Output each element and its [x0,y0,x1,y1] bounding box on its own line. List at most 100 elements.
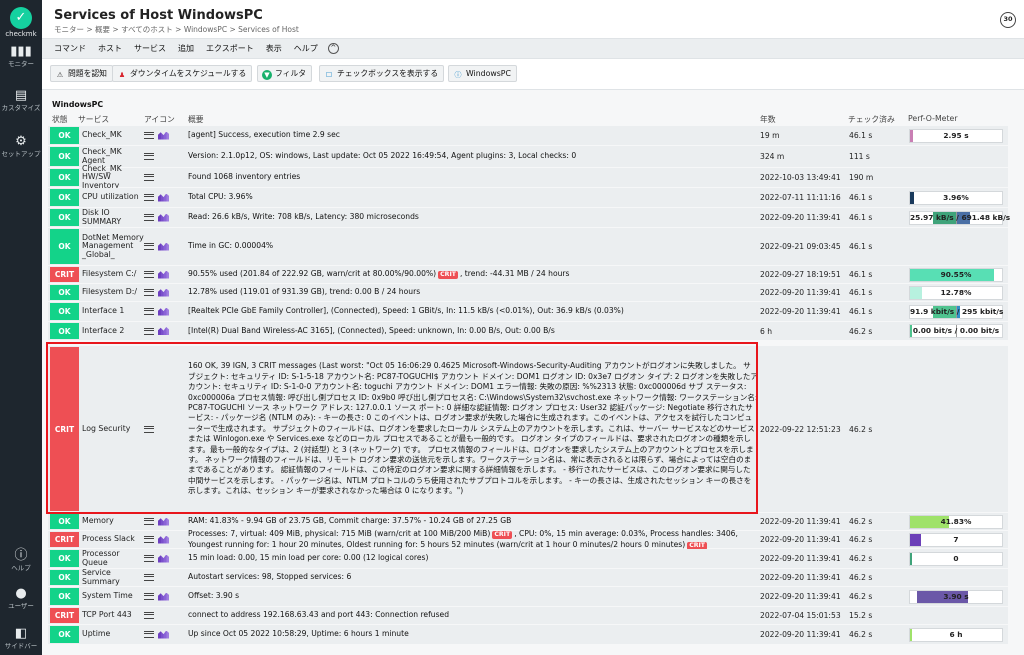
perf-o-meter[interactable]: 0.00 bit/s / 0.00 bit/s [909,324,1003,338]
service-name[interactable]: Disk IO SUMMARY [82,208,144,227]
graph-icon[interactable] [158,307,169,316]
service-name[interactable]: Filesystem C:/ [82,266,144,283]
host-link-button[interactable]: ⓘ WindowsPC [448,65,517,82]
menu-help[interactable]: ヘルプ [288,39,324,58]
col-icons[interactable]: アイコン [144,114,175,125]
graph-icon[interactable] [158,270,169,279]
menu-icon[interactable] [144,425,154,433]
service-name-text[interactable]: DotNet Memory Management _Global_ [82,233,144,259]
service-name-text[interactable]: CPU utilization [82,192,139,201]
menu-icon[interactable] [144,194,154,201]
schedule-downtime-button[interactable]: ♟ ダウンタイムをスケジュールする [112,65,253,82]
menu-icon[interactable] [144,518,154,525]
col-state[interactable]: 状態 [52,114,68,125]
menu-icon[interactable] [144,593,154,600]
menu-icon[interactable] [144,132,154,139]
service-name-text[interactable]: Filesystem D:/ [82,287,137,296]
service-name-text[interactable]: Check_MK HW/SW Inventory [82,164,144,190]
perf-o-meter[interactable]: 6 h [909,628,1003,642]
menu-icon[interactable] [144,574,154,581]
perf-o-meter[interactable]: 3.90 s [909,590,1003,604]
perf-o-meter[interactable]: 12.78% [909,286,1003,300]
menu-commands[interactable]: コマンド [42,39,92,58]
service-name[interactable]: DotNet Memory Management _Global_ [82,228,144,265]
menu-icon[interactable] [144,308,154,315]
col-checked[interactable]: チェック済み [848,114,895,125]
col-age[interactable]: 年数 [760,114,776,125]
graph-icon[interactable] [158,630,169,639]
menu-add[interactable]: 追加 [172,39,200,58]
sidebar-item-setup[interactable]: ⚙ セットアップ [0,134,42,158]
graph-icon[interactable] [158,213,169,222]
menu-host[interactable]: ホスト [92,39,128,58]
perf-o-meter[interactable]: 90.55% [909,268,1003,282]
perf-o-meter[interactable]: 3.96% [909,191,1003,205]
checkmk-logo-icon[interactable]: ✓ [10,7,32,29]
graph-icon[interactable] [158,535,169,544]
service-name-text[interactable]: TCP Port 443 [82,610,132,619]
graph-icon[interactable] [158,554,169,563]
menu-services[interactable]: サービス [128,39,172,58]
menu-export[interactable]: エクスポート [200,39,260,58]
menu-icon[interactable] [144,536,154,543]
service-name-text[interactable]: Service Summary [82,568,144,586]
service-name[interactable]: Check_MK HW/SW Inventory [82,164,144,190]
service-name-text[interactable]: Processor Queue [82,549,144,567]
service-name[interactable]: Processor Queue [82,549,144,568]
service-name-text[interactable]: Check_MK [82,130,122,139]
sidebar-item-monitor[interactable]: ▮▮▮ モニター [0,44,42,68]
col-perf[interactable]: Perf-O-Meter [908,114,958,123]
service-name[interactable]: Filesystem D:/ [82,284,144,301]
col-service[interactable]: サービス [78,114,109,125]
service-name-text[interactable]: Log Security [82,424,130,433]
service-name[interactable]: Memory [82,513,144,530]
service-name-text[interactable]: System Time [82,591,133,600]
menu-display[interactable]: 表示 [260,39,288,58]
menu-icon[interactable] [144,631,154,638]
service-name[interactable]: TCP Port 443 [82,607,144,624]
acknowledge-button[interactable]: ⚠ 問題を認知 [50,65,113,82]
service-name[interactable]: Service Summary [82,568,144,586]
menu-icon[interactable] [144,271,154,278]
host-group-title[interactable]: WindowsPC [52,100,103,109]
service-name-text[interactable]: Filesystem C:/ [82,269,136,278]
graph-icon[interactable] [158,242,169,251]
service-name[interactable]: CPU utilization [82,188,144,207]
graph-icon[interactable] [158,592,169,601]
menu-icon[interactable] [144,174,154,181]
service-name[interactable]: Uptime [82,625,144,644]
perf-o-meter[interactable]: 2.95 s [909,129,1003,143]
graph-icon[interactable] [158,517,169,526]
perf-o-meter[interactable]: 0 [909,552,1003,566]
menu-icon[interactable] [144,243,154,250]
graph-icon[interactable] [158,131,169,140]
service-name-text[interactable]: Interface 2 [82,326,124,335]
menu-icon[interactable] [144,289,154,296]
perf-o-meter[interactable]: 41.83% [909,515,1003,529]
sidebar-item-sidebar[interactable]: ◧ サイドバー [0,626,42,650]
perf-o-meter[interactable]: 91.9 kbit/s / 295 kbit/s [909,305,1003,319]
service-name[interactable]: System Time [82,587,144,606]
show-checkboxes-button[interactable]: ☐ チェックボックスを表示する [319,65,445,82]
service-name-text[interactable]: Check_MK Agent [82,147,144,165]
service-name-text[interactable]: Disk IO SUMMARY [82,208,144,226]
service-name[interactable]: Interface 1 [82,302,144,321]
graph-icon[interactable] [158,193,169,202]
breadcrumb[interactable]: モニター > 概要 > すべてのホスト > WindowsPC > Servic… [54,24,299,35]
graph-icon[interactable] [158,327,169,335]
perf-o-meter[interactable]: 25.97 kB/s / 691.48 kB/s [909,211,1010,225]
refresh-counter-icon[interactable]: 30 [1000,12,1016,28]
sidebar-item-help[interactable]: ⓘ ヘルプ [0,548,42,572]
menu-icon[interactable] [144,327,154,335]
service-name[interactable]: Interface 2 [82,322,144,340]
sidebar-item-customize[interactable]: ▤ カスタマイズ [0,88,42,112]
service-name-text[interactable]: Uptime [82,629,110,638]
chevron-up-icon[interactable]: ^ [327,43,339,54]
menu-icon[interactable] [144,612,154,619]
service-name[interactable]: Process Slack [82,531,144,548]
service-name-text[interactable]: Interface 1 [82,306,124,315]
graph-icon[interactable] [158,288,169,297]
menu-icon[interactable] [144,214,154,221]
service-name[interactable]: Log Security [82,346,144,512]
service-name-text[interactable]: Memory [82,516,114,525]
